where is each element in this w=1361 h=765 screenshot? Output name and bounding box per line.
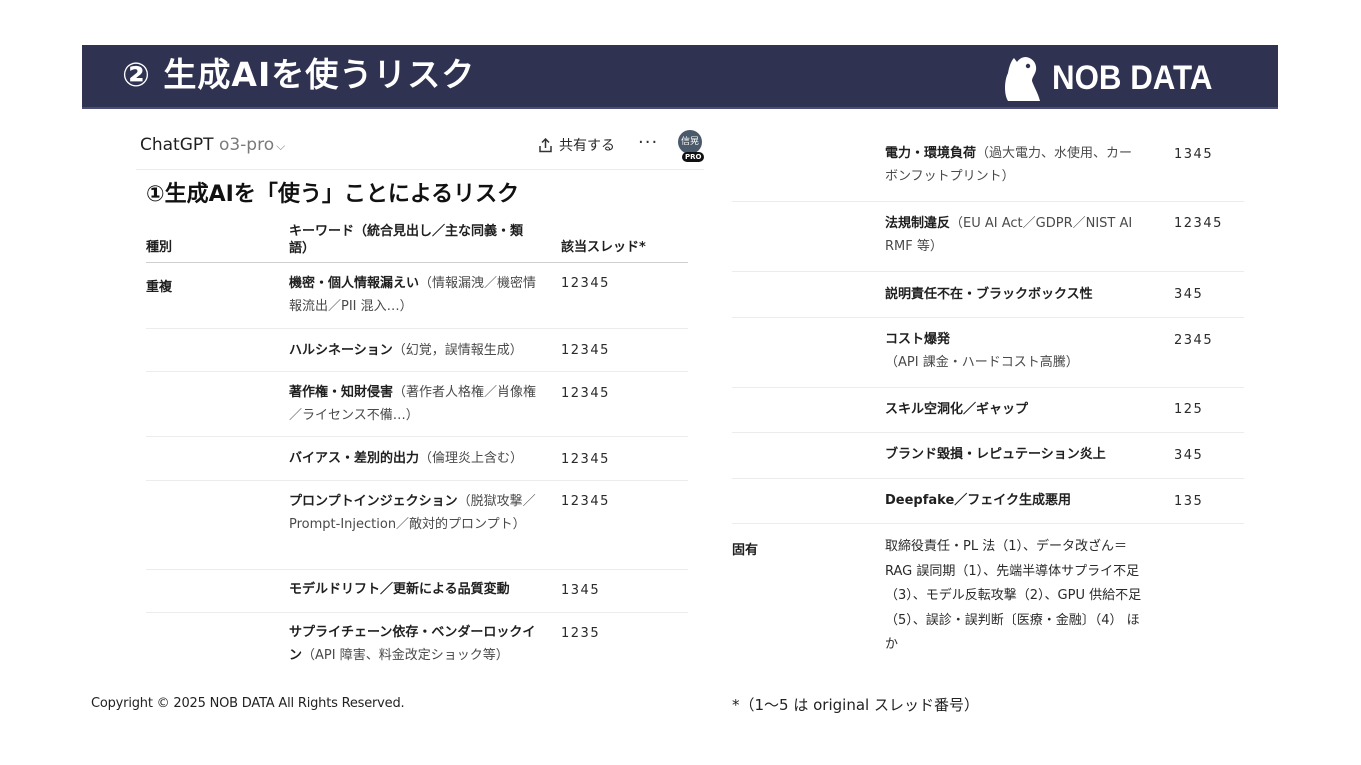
model-selector[interactable]: ChatGPT o3-pro ⌵: [140, 135, 285, 155]
thread-numbers: 12345: [561, 494, 610, 509]
thread-numbers: 12345: [561, 343, 610, 358]
logo-text: NOB DATA: [1051, 59, 1213, 97]
keyword-title: コスト爆発: [885, 332, 951, 347]
table-row: コスト爆発 （API 課金・ハードコスト高騰）: [885, 328, 1143, 374]
copyright-text: Copyright © 2025 NOB DATA All Rights Res…: [91, 696, 405, 711]
keyword-note: （幻覚，誤情報生成）: [392, 343, 523, 358]
thread-numbers: 125: [1174, 402, 1204, 417]
keyword-title: モデルドリフト／更新による品質変動: [289, 582, 510, 597]
thread-numbers: 2345: [1174, 333, 1214, 348]
title-banner: ② 生成AIを使うリスク NOB DATA: [82, 45, 1278, 109]
keyword-title: バイアス・差別的出力: [289, 451, 420, 466]
thread-numbers: 345: [1174, 287, 1204, 302]
row-divider: [732, 432, 1244, 433]
table-row: 法規制違反（EU AI Act／GDPR／NIST AI RMF 等）: [885, 212, 1143, 258]
row-divider: [146, 569, 688, 570]
response-heading: ①生成AIを「使う」ことによるリスク: [146, 182, 520, 207]
category-unique: 固有: [732, 543, 759, 558]
share-button[interactable]: 共有する: [538, 135, 615, 155]
row-divider: [732, 271, 1244, 272]
thread-numbers: 12345: [561, 276, 610, 291]
thread-numbers: 1345: [1174, 147, 1214, 162]
nob-data-logo: NOB DATA: [1000, 55, 1226, 101]
column-header-threads: 該当スレッド*: [561, 240, 646, 255]
keyword-note: （倫理炎上含む）: [419, 451, 524, 466]
owl-logo-icon: [1004, 57, 1040, 101]
row-divider: [732, 201, 1244, 202]
keyword-note: 取締役責任・PL 法（1）、データ改ざん＝RAG 誤同期（1）、先端半導体サプラ…: [885, 539, 1142, 652]
table-row: バイアス・差別的出力（倫理炎上含む）: [289, 447, 537, 470]
row-divider: [146, 371, 688, 372]
row-divider: [146, 612, 688, 613]
thread-numbers: 1235: [561, 626, 601, 641]
row-divider: [732, 523, 1244, 524]
slide-title: ② 生成AIを使うリスク: [122, 55, 476, 94]
row-divider: [732, 478, 1244, 479]
table-row: 著作権・知財侵害（著作者人格権／肖像権／ライセンス不備…）: [289, 381, 537, 427]
row-divider: [732, 387, 1244, 388]
table-row: 機密・個人情報漏えい（情報漏洩／機密情報流出／PII 混入…）: [289, 272, 537, 318]
chevron-down-icon: ⌵: [276, 139, 286, 153]
table-row: サプライチェーン依存・ベンダーロックイン（API 障害、料金改定ショック等）: [289, 621, 537, 667]
header-rule: [146, 262, 688, 263]
model-name: ChatGPT: [140, 135, 214, 155]
category-duplicate: 重複: [146, 280, 173, 295]
model-version: o3-pro: [218, 135, 275, 155]
row-divider: [146, 328, 688, 329]
keyword-title: ブランド毀損・レピュテーション炎上: [885, 447, 1106, 462]
keyword-title: 著作権・知財侵害: [289, 385, 394, 400]
keyword-note: （API 障害、料金改定ショック等）: [302, 648, 509, 663]
table-row: Deepfake／フェイク生成悪用: [885, 489, 1143, 512]
keyword-title: 電力・環境負荷: [885, 146, 977, 161]
header-divider: [136, 169, 704, 170]
keyword-title: 説明責任不在・ブラックボックス性: [885, 287, 1093, 302]
avatar[interactable]: 信晃: [678, 130, 702, 154]
keyword-title: 法規制違反: [885, 216, 951, 231]
share-label: 共有する: [559, 138, 615, 154]
row-divider: [146, 436, 688, 437]
more-options-icon[interactable]: ···: [638, 132, 658, 153]
table-row: 電力・環境負荷（過大電力、水使用、カーボンフットプリント）: [885, 142, 1143, 188]
thread-numbers: 12345: [561, 386, 610, 401]
chat-header: ChatGPT o3-pro ⌵ 共有する ··· 信晃 PRO: [140, 130, 705, 162]
keyword-title: プロンプトインジェクション: [289, 494, 458, 509]
table-row: 説明責任不在・ブラックボックス性: [885, 283, 1143, 306]
row-divider: [146, 480, 688, 481]
thread-numbers: 345: [1174, 448, 1204, 463]
column-header-category: 種別: [146, 240, 173, 255]
table-row: ハルシネーション（幻覚，誤情報生成）: [289, 339, 537, 362]
row-divider: [732, 317, 1244, 318]
keyword-note: （API 課金・ハードコスト高騰）: [885, 355, 1079, 370]
share-icon: [539, 137, 552, 152]
table-row: プロンプトインジェクション（脱獄攻撃／Prompt-Injection／敵対的プ…: [289, 490, 537, 536]
keyword-title: Deepfake／フェイク生成悪用: [885, 493, 1072, 508]
table-row: スキル空洞化／ギャップ: [885, 398, 1143, 421]
keyword-title: 機密・個人情報漏えい: [289, 276, 420, 291]
thread-numbers: 12345: [1174, 216, 1223, 231]
thread-numbers: 135: [1174, 494, 1204, 509]
table-row: 取締役責任・PL 法（1）、データ改ざん＝RAG 誤同期（1）、先端半導体サプラ…: [885, 535, 1147, 658]
table-row: モデルドリフト／更新による品質変動: [289, 578, 537, 601]
thread-footnote: *（1〜5 は original スレッド番号）: [732, 696, 979, 714]
pro-badge: PRO: [682, 152, 705, 162]
keyword-title: スキル空洞化／ギャップ: [885, 402, 1029, 417]
thread-numbers: 1345: [561, 583, 601, 598]
keyword-title: ハルシネーション: [289, 343, 393, 358]
column-header-keyword: キーワード（統合見出し／主な同義・類語）: [289, 224, 524, 256]
table-row: ブランド毀損・レピュテーション炎上: [885, 443, 1143, 466]
thread-numbers: 12345: [561, 452, 610, 467]
